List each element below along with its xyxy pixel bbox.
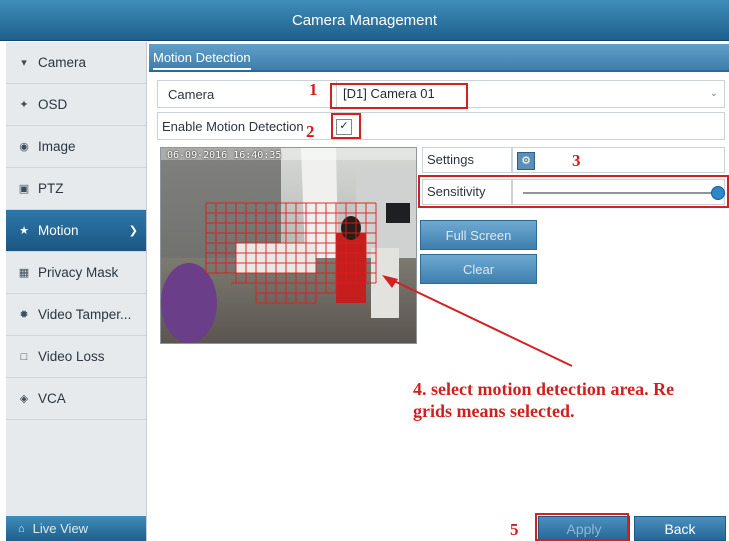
home-icon: ⌂ <box>18 522 25 535</box>
sidebar-item-label: PTZ <box>38 181 64 196</box>
annotation-number-2: 2 <box>306 122 315 141</box>
osd-icon: ✦ <box>19 99 29 111</box>
enable-motion-row: Enable Motion Detection ✓ <box>157 112 725 140</box>
sidebar-item-label: Camera <box>38 55 87 70</box>
sidebar-item-camera[interactable]: ▾ Camera <box>6 42 146 84</box>
annotation-number-5: 5 <box>510 520 519 539</box>
camera-icon: ▾ <box>21 57 27 69</box>
window-title-bar: Camera Management <box>0 0 729 41</box>
sidebar-item-label: Motion <box>38 223 79 238</box>
annotation-note-line-1: 4. select motion detection area. Re <box>413 379 675 399</box>
annotation-number-1: 1 <box>309 80 318 99</box>
camera-label: Camera <box>168 87 215 102</box>
privacy-mask-icon: ▦ <box>18 267 30 279</box>
sidebar: ▾ Camera ✦ OSD ◉ Image ▣ PTZ ★ Motion ❯ … <box>6 42 147 541</box>
annotation-box-checkbox <box>331 113 361 139</box>
annotation-number-3: 3 <box>572 151 581 170</box>
settings-field: ⚙ <box>512 147 725 173</box>
clear-button[interactable]: Clear <box>420 254 537 284</box>
live-view-button[interactable]: ⌂ Live View <box>6 516 146 541</box>
sidebar-item-vca[interactable]: ◈ VCA <box>6 378 146 420</box>
sidebar-item-video-loss[interactable]: □ Video Loss <box>6 336 146 378</box>
annotation-box-sensitivity <box>418 175 729 208</box>
sidebar-item-video-tamper[interactable]: ✹ Video Tamper... <box>6 294 146 336</box>
tab-bar: Motion Detection <box>149 44 729 72</box>
video-loss-icon: □ <box>20 350 28 363</box>
camera-preview[interactable]: 06-09-2016 16:40:35 <box>160 147 417 344</box>
main-panel: Motion Detection Camera [D1] Camera 01 ⌄… <box>149 42 729 541</box>
sidebar-item-label: VCA <box>38 391 66 406</box>
back-button[interactable]: Back <box>634 516 726 541</box>
sidebar-item-motion[interactable]: ★ Motion ❯ <box>6 210 146 252</box>
vca-icon: ◈ <box>19 393 29 405</box>
window-title: Camera Management <box>291 11 438 29</box>
settings-gear-icon[interactable]: ⚙ <box>517 152 535 170</box>
sidebar-item-ptz[interactable]: ▣ PTZ <box>6 168 146 210</box>
sidebar-item-osd[interactable]: ✦ OSD <box>6 84 146 126</box>
preview-timestamp: 06-09-2016 16:40:35 <box>167 150 282 161</box>
live-view-label: Live View <box>32 521 89 536</box>
sidebar-item-label: Image <box>38 139 76 154</box>
settings-label: Settings <box>422 147 512 173</box>
enable-motion-label: Enable Motion Detection <box>162 119 304 134</box>
annotation-box-apply <box>535 513 629 541</box>
sidebar-item-label: Privacy Mask <box>38 265 119 280</box>
annotation-note: 4. select motion detection area. Re grid… <box>413 378 729 422</box>
annotation-box-camera <box>330 83 468 109</box>
annotation-note-line-2: grids means selected. <box>413 401 575 421</box>
image-icon: ◉ <box>19 141 29 153</box>
video-tamper-icon: ✹ <box>19 309 29 321</box>
full-screen-button[interactable]: Full Screen <box>420 220 537 250</box>
sidebar-item-image[interactable]: ◉ Image <box>6 126 146 168</box>
chevron-down-icon: ⌄ <box>709 88 718 99</box>
sidebar-item-privacy-mask[interactable]: ▦ Privacy Mask <box>6 252 146 294</box>
sidebar-item-label: OSD <box>38 97 68 112</box>
sidebar-item-label: Video Loss <box>38 349 105 364</box>
ptz-icon: ▣ <box>18 183 30 195</box>
preview-scene <box>161 148 416 343</box>
chevron-right-icon: ❯ <box>128 225 138 237</box>
tab-motion-detection[interactable]: Motion Detection <box>153 48 251 70</box>
motion-icon: ★ <box>19 225 29 237</box>
sidebar-item-label: Video Tamper... <box>38 307 132 322</box>
